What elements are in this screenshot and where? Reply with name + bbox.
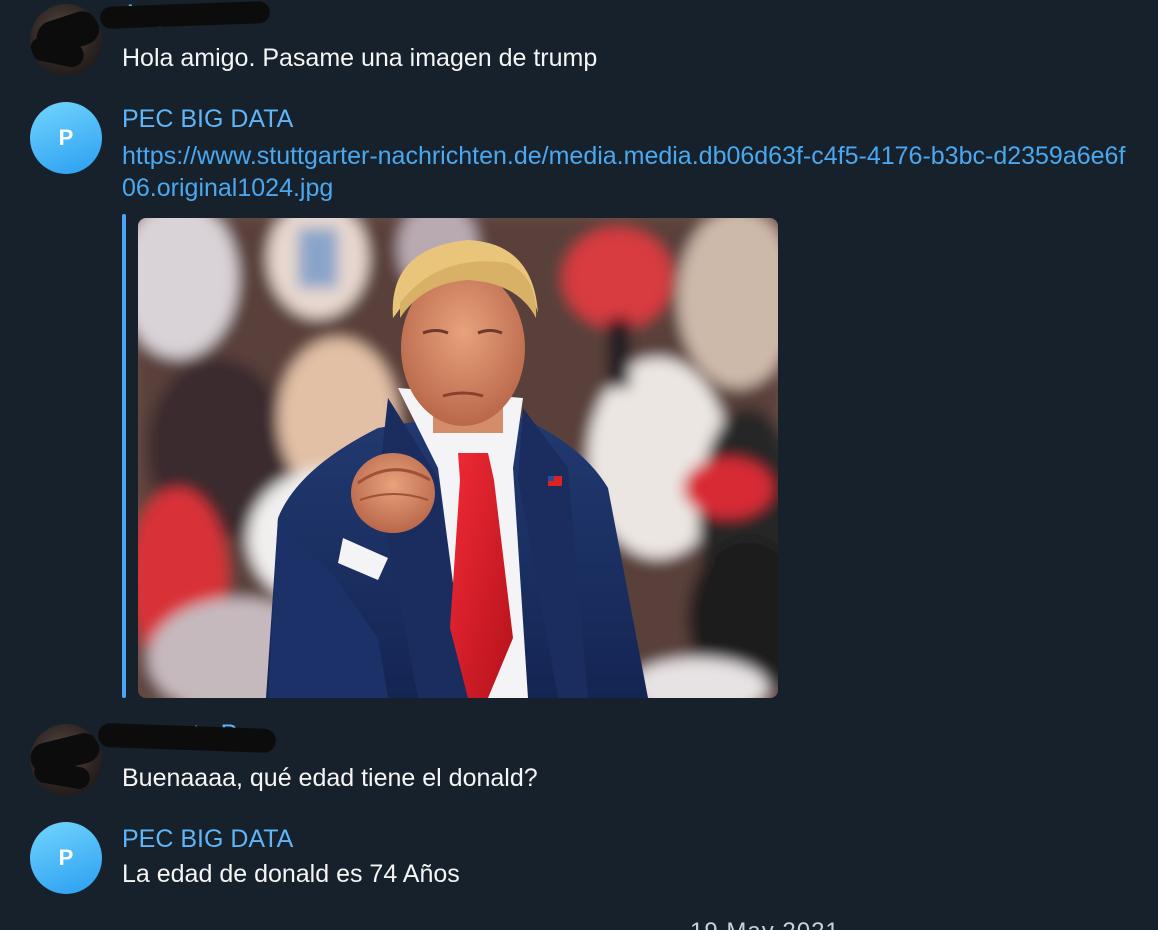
message-text: Buenaaaa, qué edad tiene el donald? xyxy=(122,764,538,792)
user-avatar[interactable] xyxy=(30,4,102,76)
bot-avatar[interactable]: P xyxy=(30,102,102,174)
chat-history: Augusto P Hola amigo. Pasame una imagen … xyxy=(0,0,1158,930)
sender-name[interactable]: PEC BIG DATA xyxy=(122,105,293,134)
message-link[interactable]: https://www.stuttgarter-nachrichten.de/m… xyxy=(122,140,1132,204)
avatar-letter: P xyxy=(58,125,74,150)
link-preview-bar xyxy=(122,214,126,698)
message-text: Hola amigo. Pasame una imagen de trump xyxy=(122,44,598,72)
message-text: La edad de donald es 74 Años xyxy=(122,860,460,888)
date-separator: 19 May 2021 xyxy=(690,918,840,930)
redaction-mark xyxy=(99,1,271,29)
bot-avatar[interactable]: P xyxy=(30,822,102,894)
link-preview-photo[interactable] xyxy=(138,218,778,698)
sender-name[interactable]: PEC BIG DATA xyxy=(122,825,293,854)
user-avatar[interactable] xyxy=(30,724,102,796)
avatar-letter: P xyxy=(58,845,74,870)
